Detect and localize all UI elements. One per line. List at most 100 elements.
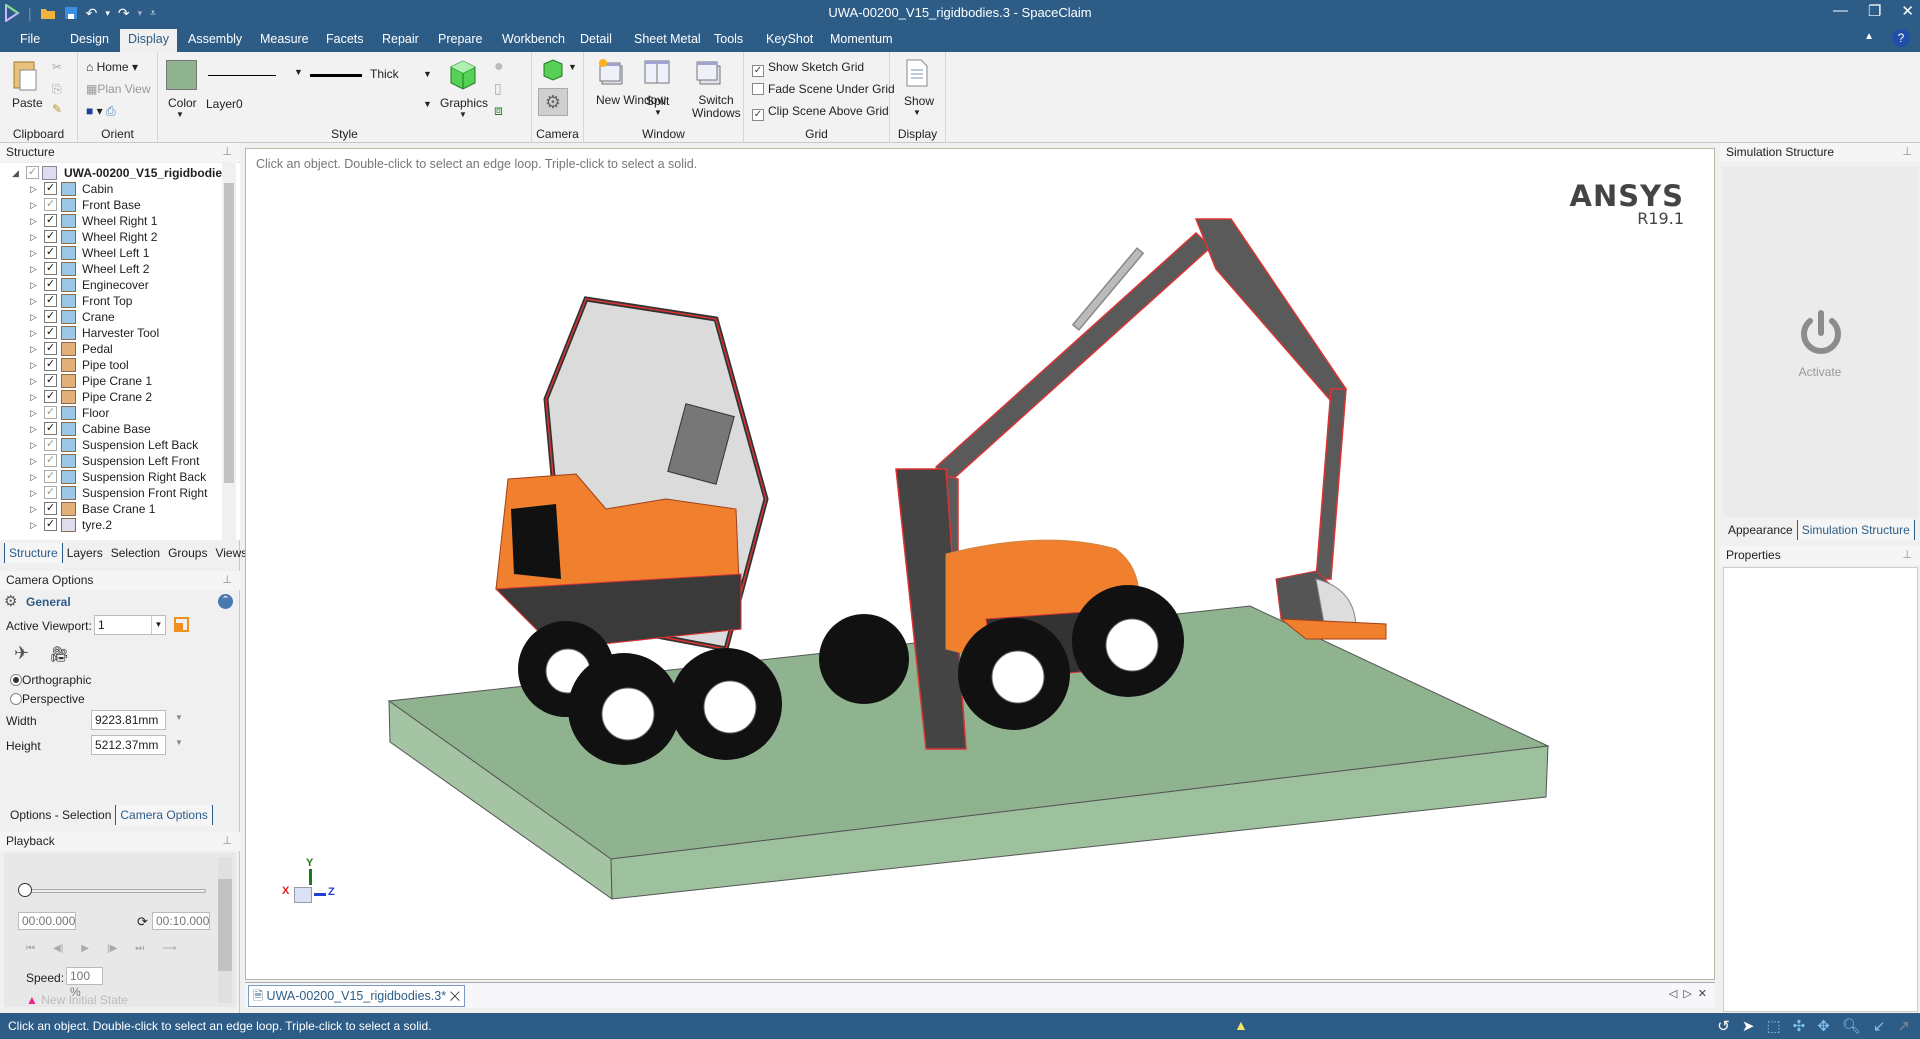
expand-icon[interactable]: ▷ bbox=[30, 341, 37, 357]
document-tab[interactable]: 🗎︎ UWA-00200_V15_rigidbodies.3* ✕ bbox=[248, 985, 466, 1007]
tree-checkbox[interactable]: ✓ bbox=[44, 246, 57, 259]
tree-item[interactable]: ▷ ✓ Suspension Right Back bbox=[0, 469, 222, 485]
format-painter-icon[interactable]: ✎ bbox=[52, 102, 62, 116]
tab-options-selection[interactable]: Options - Selection bbox=[6, 805, 115, 825]
new-initial-state-button[interactable]: ▲ New Initial State bbox=[26, 993, 128, 1007]
tree-item[interactable]: ▷ ✓ Wheel Left 2 bbox=[0, 261, 222, 277]
skip-end-icon[interactable]: ⏭ bbox=[135, 943, 144, 954]
playback-slider-track[interactable] bbox=[26, 889, 206, 893]
show-button[interactable]: Show bbox=[904, 94, 934, 108]
playback-slider-thumb[interactable] bbox=[18, 883, 32, 897]
spin-icon[interactable]: ✣ bbox=[1793, 1017, 1806, 1035]
loop-mode-icon[interactable]: ⟶ bbox=[162, 943, 176, 954]
tree-checkbox[interactable]: ✓ bbox=[44, 214, 57, 227]
expand-icon[interactable]: ▷ bbox=[30, 421, 37, 437]
wheel-back-1[interactable] bbox=[958, 618, 1070, 730]
scrollbar-thumb[interactable] bbox=[224, 183, 234, 483]
help-icon[interactable]: ? bbox=[1892, 29, 1910, 47]
tree-checkbox[interactable]: ✓ bbox=[44, 422, 57, 435]
tree-root[interactable]: ◢ ✓ UWA-00200_V15_rigidbodies bbox=[0, 165, 229, 181]
tree-item[interactable]: ▷ ✓ Pedal bbox=[0, 341, 222, 357]
tree-item[interactable]: ▷ ✓ Pipe tool bbox=[0, 357, 222, 373]
expand-icon[interactable]: ▷ bbox=[30, 373, 37, 389]
line-weight-sample[interactable] bbox=[310, 74, 362, 77]
tree-item[interactable]: ▷ ✓ Suspension Left Back bbox=[0, 437, 222, 453]
height-field[interactable]: 5212.37mm bbox=[91, 735, 166, 755]
tree-item[interactable]: ▷ ✓ Wheel Right 1 bbox=[0, 213, 222, 229]
clip-scene-above-grid-checkbox[interactable]: ✓ Clip Scene Above Grid bbox=[752, 104, 889, 121]
split-button[interactable]: Split bbox=[646, 94, 669, 108]
show-icon[interactable] bbox=[904, 58, 930, 88]
back-icon[interactable]: ↙ bbox=[1873, 1017, 1886, 1035]
expand-icon[interactable]: ▷ bbox=[30, 277, 37, 293]
tree-checkbox[interactable]: ✓ bbox=[44, 326, 57, 339]
tree-checkbox[interactable]: ✓ bbox=[44, 278, 57, 291]
switch-windows-icon[interactable] bbox=[694, 58, 722, 86]
tab-measure[interactable]: Measure bbox=[252, 29, 317, 52]
tree-item[interactable]: ▷ ✓ Suspension Front Right bbox=[0, 485, 222, 501]
show-sketch-grid-checkbox[interactable]: ✓ Show Sketch Grid bbox=[752, 60, 864, 77]
width-field[interactable]: 9223.81mm bbox=[91, 710, 166, 730]
expand-icon[interactable]: ▷ bbox=[30, 293, 37, 309]
camera-settings-icon[interactable]: ⚙ bbox=[538, 88, 568, 116]
view-cube-button[interactable]: ■ ▾ ⎙ bbox=[86, 104, 116, 119]
home-button[interactable]: ⌂ Home ▾ bbox=[86, 60, 138, 74]
pin-icon[interactable]: ⊥ bbox=[222, 143, 232, 162]
camera-cube-icon[interactable] bbox=[542, 58, 564, 82]
tab-keyshot[interactable]: KeyShot bbox=[758, 29, 821, 52]
tree-checkbox[interactable]: ✓ bbox=[44, 518, 57, 531]
power-icon[interactable] bbox=[1798, 309, 1844, 359]
start-time-field[interactable]: 00:00.000 bbox=[18, 912, 76, 930]
tab-design[interactable]: Design bbox=[62, 29, 117, 52]
playback-scrollbar[interactable] bbox=[218, 857, 232, 1003]
tree-checkbox[interactable]: ✓ bbox=[26, 166, 39, 179]
expand-icon[interactable]: ◢ bbox=[12, 165, 19, 181]
tree-item[interactable]: ▷ ✓ Wheel Right 2 bbox=[0, 229, 222, 245]
play-icon[interactable]: ▶ bbox=[81, 943, 89, 954]
graphics-button[interactable]: Graphics bbox=[440, 96, 488, 110]
tab-prepare[interactable]: Prepare bbox=[430, 29, 490, 52]
expand-icon[interactable]: ▷ bbox=[30, 197, 37, 213]
graphics-cube-icon[interactable] bbox=[448, 58, 478, 92]
expand-icon[interactable]: ▷ bbox=[30, 181, 37, 197]
tree-checkbox[interactable]: ✓ bbox=[44, 454, 57, 467]
expand-icon[interactable]: ▷ bbox=[30, 309, 37, 325]
switch-windows-button[interactable]: Switch Windows bbox=[692, 94, 741, 120]
wheel-left-2[interactable] bbox=[819, 614, 909, 704]
tab-assembly[interactable]: Assembly bbox=[180, 29, 250, 52]
axis-triad[interactable]: Y X Z bbox=[282, 857, 342, 917]
expand-icon[interactable]: ▷ bbox=[30, 325, 37, 341]
expand-icon[interactable]: ▷ bbox=[30, 389, 37, 405]
end-time-field[interactable]: 00:10.000 bbox=[152, 912, 210, 930]
tree-checkbox[interactable]: ✓ bbox=[44, 406, 57, 419]
expand-icon[interactable]: ▷ bbox=[30, 245, 37, 261]
fly-mode-icon[interactable]: ✈ bbox=[14, 643, 29, 664]
tree-item[interactable]: ▷ ✓ Pipe Crane 2 bbox=[0, 389, 222, 405]
collapse-section-icon[interactable]: ⌃ bbox=[218, 594, 233, 609]
wheel-right-2[interactable] bbox=[670, 648, 782, 760]
tab-detail[interactable]: Detail bbox=[572, 29, 620, 52]
new-window-icon[interactable] bbox=[596, 58, 624, 86]
tab-display[interactable]: Display bbox=[120, 29, 177, 52]
pin-icon[interactable]: ⊥ bbox=[222, 571, 232, 590]
tree-checkbox[interactable]: ✓ bbox=[44, 438, 57, 451]
tree-item[interactable]: ▷ ✓ Enginecover bbox=[0, 277, 222, 293]
tab-facets[interactable]: Facets bbox=[318, 29, 372, 52]
tree-item[interactable]: ▷ ✓ Cabin bbox=[0, 181, 222, 197]
snap-view-icon[interactable]: ⎙ bbox=[106, 104, 116, 118]
scroll-left-icon[interactable]: ◁ bbox=[1669, 987, 1677, 1000]
close-all-icon[interactable]: ✕ bbox=[1698, 987, 1707, 1000]
close-icon[interactable]: ✕ bbox=[1901, 2, 1914, 20]
tree-checkbox[interactable]: ✓ bbox=[44, 358, 57, 371]
select-rotate-icon[interactable]: ↺ bbox=[1717, 1017, 1730, 1035]
orthographic-radio[interactable]: Orthographic bbox=[10, 673, 91, 687]
warning-icon[interactable]: ▲ bbox=[1234, 1017, 1248, 1033]
tree-checkbox[interactable]: ✓ bbox=[44, 502, 57, 515]
3d-viewport[interactable]: Click an object. Double-click to select … bbox=[245, 148, 1715, 980]
box-select-icon[interactable]: ⬚ bbox=[1766, 1017, 1780, 1035]
line-style-sample[interactable] bbox=[208, 75, 276, 76]
minimize-icon[interactable]: — bbox=[1833, 2, 1848, 20]
expand-icon[interactable]: ▷ bbox=[30, 229, 37, 245]
loop-icon[interactable]: ⟳ bbox=[137, 914, 148, 930]
camera-icon[interactable]: 🎥︎ bbox=[50, 645, 69, 663]
